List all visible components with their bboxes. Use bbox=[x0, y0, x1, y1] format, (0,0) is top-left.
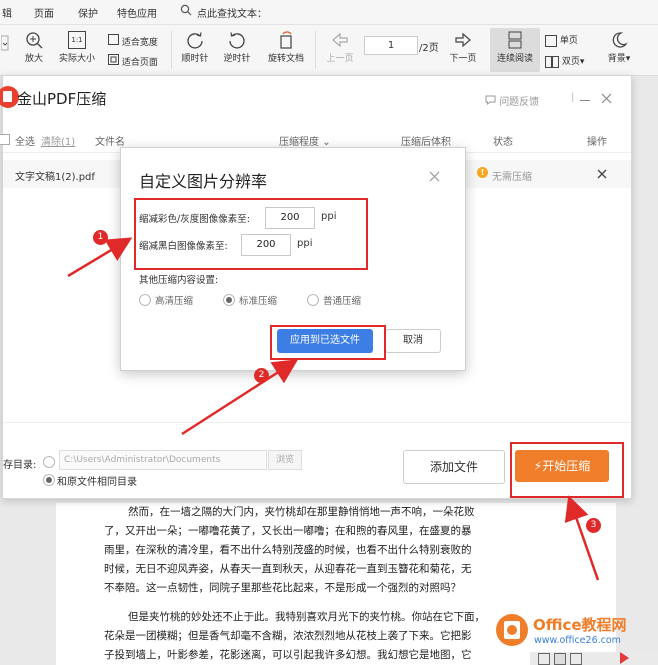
watermark-url: www.office26.com bbox=[534, 635, 621, 646]
annotation-badge: 1 bbox=[93, 230, 108, 245]
annotation-badge: 2 bbox=[254, 368, 269, 383]
watermark-brand: Office教程网 bbox=[533, 616, 627, 634]
watermark: Office教程网 www.office26.com bbox=[496, 612, 658, 652]
annotation-arrows bbox=[67, 237, 600, 581]
office-logo-icon bbox=[496, 614, 528, 646]
annotation-badge: 3 bbox=[586, 518, 601, 533]
